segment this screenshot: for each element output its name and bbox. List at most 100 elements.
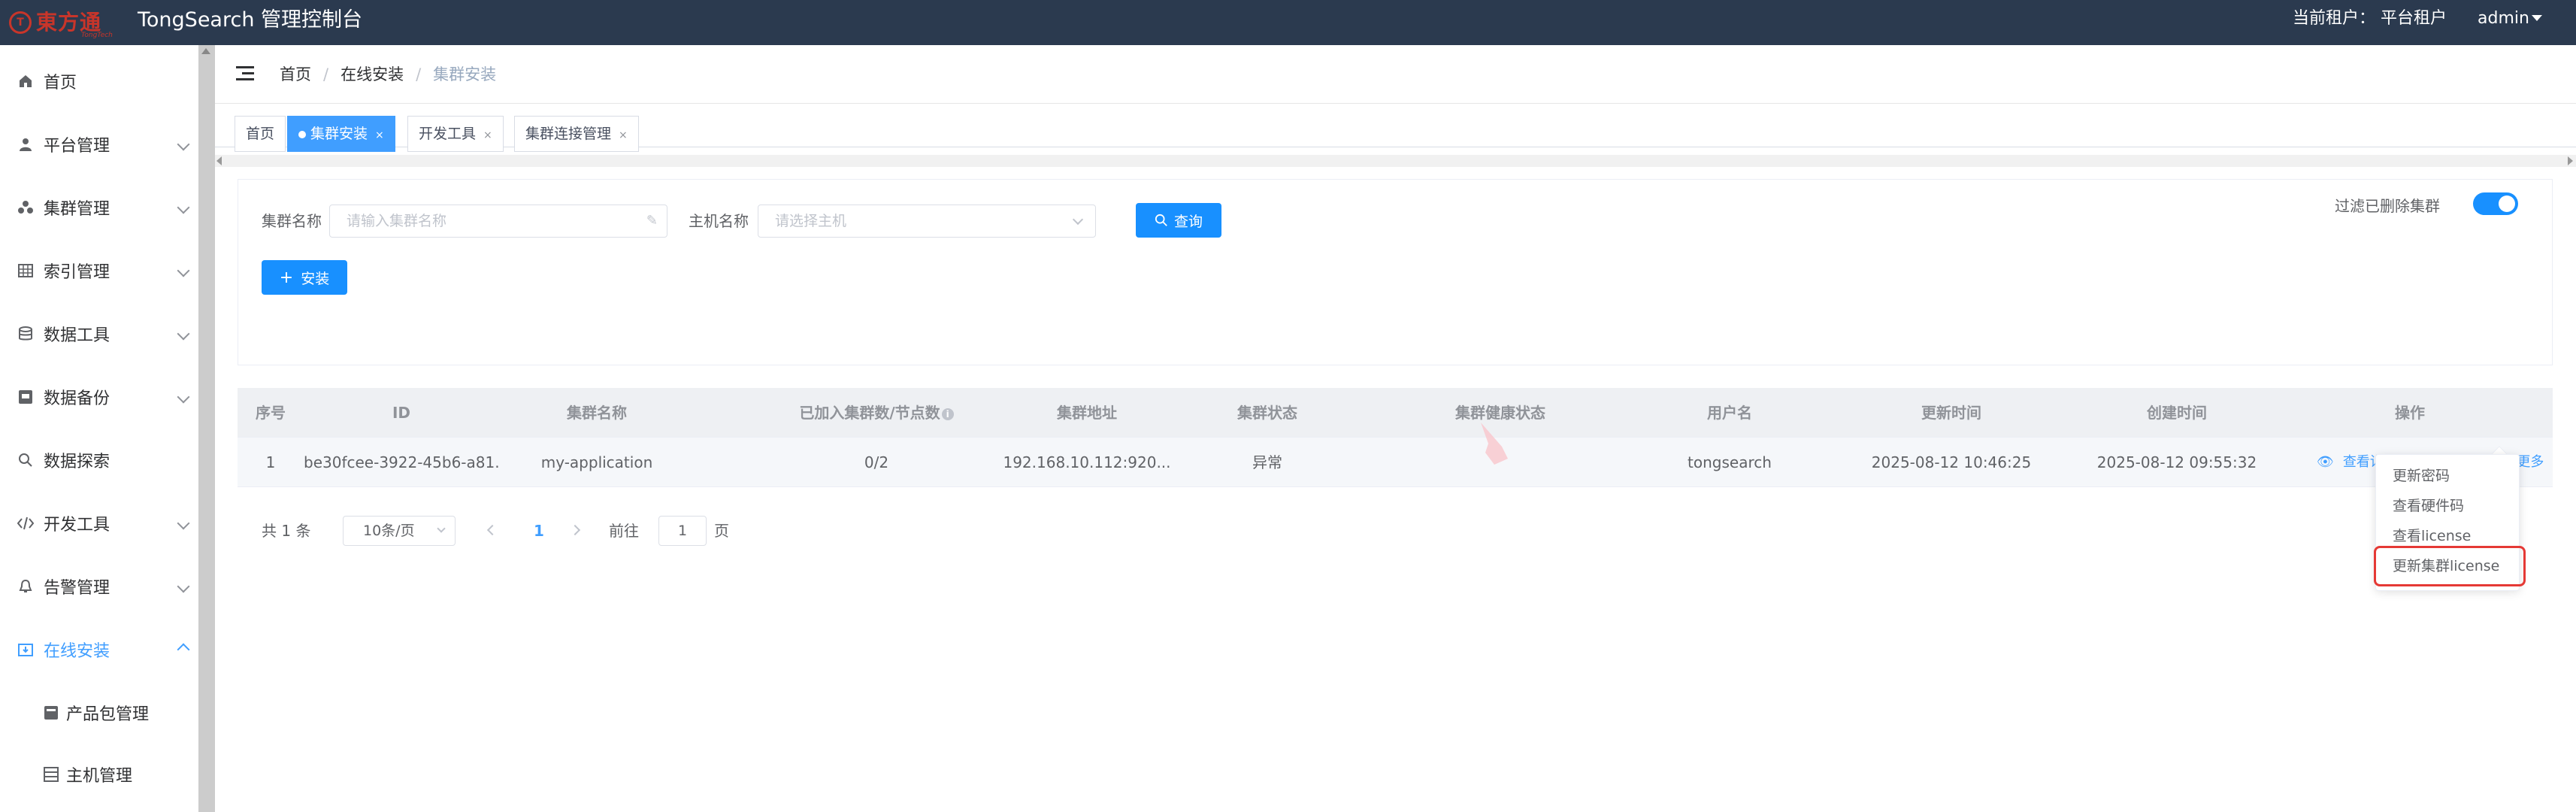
goto-label: 前往	[609, 522, 639, 540]
sidebar-item-home[interactable]: 首页	[0, 50, 198, 113]
user-menu[interactable]: admin	[2478, 0, 2529, 38]
sidebar-item-label: 告警管理	[44, 579, 110, 598]
scroll-left-icon[interactable]	[216, 156, 222, 165]
table-cell: 异常	[1252, 453, 1282, 471]
current-tenant: 当前租户： 平台租户	[2293, 9, 2447, 28]
tab-label: 开发工具	[419, 126, 477, 142]
sidebar-item-alerts[interactable]: 告警管理	[0, 555, 198, 618]
chevron-up-icon	[177, 643, 190, 656]
caret-down-icon[interactable]	[2532, 15, 2542, 21]
bell-icon	[17, 577, 35, 595]
table-cell: my-application	[540, 453, 653, 471]
database-icon	[17, 325, 35, 343]
column-header: 集群名称	[567, 404, 627, 422]
sidebar-item-platform[interactable]: 平台管理	[0, 113, 198, 176]
sidebar-item-cluster[interactable]: 集群管理	[0, 176, 198, 239]
sidebar-item-label: 产品包管理	[66, 705, 150, 724]
breadcrumb-current: 集群安装	[433, 65, 497, 83]
sidebar-item-label: 主机管理	[66, 767, 133, 786]
info-icon[interactable]: i	[941, 408, 954, 420]
sidebar: 首页 平台管理 集群管理 索引管理 数据工具 数据备份 数据探索 开发工具 告警…	[0, 45, 198, 812]
sidebar-scrollbar[interactable]	[198, 45, 215, 812]
menu-item-view-hardware-code[interactable]: 查看硬件码	[2376, 491, 2520, 521]
breadcrumb-bar: 首页 / 在线安装 / 集群安装	[215, 45, 2576, 104]
prev-page-icon[interactable]	[486, 524, 498, 536]
host-select[interactable]: 请选择主机	[758, 205, 1096, 238]
tab-label: 首页	[246, 126, 275, 142]
active-dot-icon	[298, 130, 306, 138]
page-size-select[interactable]: 10条/页	[343, 516, 456, 546]
sidebar-item-label: 数据工具	[44, 326, 110, 345]
chevron-down-icon	[437, 524, 446, 533]
column-header: 序号	[256, 404, 286, 422]
chevron-down-icon	[177, 390, 190, 404]
chevron-down-icon	[177, 264, 190, 277]
table-cell: 192.168.10.112:920...	[1003, 453, 1171, 471]
page-size-value: 10条/页	[363, 523, 415, 539]
column-header: 已加入集群数/节点数 i	[764, 388, 989, 438]
sidebar-item-hosts[interactable]: 主机管理	[0, 743, 198, 806]
install-button[interactable]: + 安装	[262, 260, 347, 295]
sidebar-item-backup[interactable]: 数据备份	[0, 365, 198, 429]
sidebar-item-packages[interactable]: 产品包管理	[0, 681, 198, 744]
sidebar-item-label: 首页	[44, 74, 77, 92]
table-cell: 2025-08-12 10:46:25	[1871, 453, 2032, 471]
cluster-name-input[interactable]: 请输入集群名称 ✎	[329, 205, 667, 238]
close-icon[interactable]: ×	[375, 129, 384, 141]
logo-mark-icon: T	[9, 11, 32, 34]
sidebar-item-label: 在线安装	[44, 642, 110, 661]
current-page[interactable]: 1	[534, 516, 544, 546]
close-icon[interactable]: ×	[483, 129, 492, 141]
menu-item-update-password[interactable]: 更新密码	[2376, 461, 2520, 491]
tab-cluster-install[interactable]: 集群安装 ×	[287, 116, 395, 152]
input-placeholder: 请选择主机	[775, 213, 847, 229]
host-name-label: 主机名称	[689, 212, 749, 230]
install-button-label: 安装	[301, 270, 330, 287]
goto-page-input[interactable]: 1	[658, 516, 707, 546]
tab-cluster-connection[interactable]: 集群连接管理 ×	[514, 116, 639, 152]
top-header: T 東方通 TongTech TongSearch 管理控制台 当前租户： 平台…	[0, 0, 2576, 45]
tab-home[interactable]: 首页	[235, 116, 286, 152]
next-page-icon[interactable]	[569, 524, 581, 536]
column-header: 更新时间	[1921, 404, 1981, 422]
scroll-up-icon[interactable]	[201, 48, 210, 54]
cursor-icon	[1481, 423, 1508, 465]
table-cell: 0/2	[864, 453, 889, 471]
tabs-scrollbar[interactable]	[215, 155, 2576, 167]
chevron-down-icon	[177, 580, 190, 593]
sidebar-item-label: 集群管理	[44, 200, 110, 219]
sidebar-item-online-install[interactable]: 在线安装	[0, 618, 198, 681]
close-icon[interactable]: ×	[619, 129, 628, 141]
home-icon	[17, 72, 35, 90]
install-icon	[17, 641, 35, 659]
cluster-icon	[17, 198, 35, 217]
sidebar-item-explore[interactable]: 数据探索	[0, 429, 198, 492]
input-placeholder: 请输入集群名称	[347, 213, 447, 229]
breadcrumb: 首页 / 在线安装 / 集群安装	[280, 65, 497, 83]
sidebar-item-label: 开发工具	[44, 516, 110, 535]
logo-text: 東方通	[36, 10, 102, 35]
column-header-text: 已加入集群数/节点数	[799, 404, 940, 422]
query-button[interactable]: 查询	[1136, 203, 1221, 238]
table-cell: 2025-08-12 09:55:32	[2096, 453, 2257, 471]
host-icon	[42, 765, 60, 783]
breadcrumb-home[interactable]: 首页	[280, 65, 311, 83]
table-row: 1 be30fcee-3922-45b6-a81... my-applicati…	[238, 438, 2553, 487]
tab-dev-tools[interactable]: 开发工具 ×	[407, 116, 504, 152]
sidebar-item-dev-tools[interactable]: 开发工具	[0, 492, 198, 555]
hamburger-icon[interactable]	[236, 66, 254, 81]
app-title: TongSearch 管理控制台	[138, 8, 363, 32]
cluster-name-label: 集群名称	[262, 212, 322, 230]
pagination-total: 共 1 条	[262, 522, 311, 540]
sidebar-item-data-tools[interactable]: 数据工具	[0, 302, 198, 365]
chevron-down-icon	[177, 201, 190, 214]
scroll-right-icon[interactable]	[2568, 156, 2573, 165]
more-label: 更多	[2517, 454, 2544, 470]
chevron-down-icon	[177, 138, 190, 151]
sidebar-item-index[interactable]: 索引管理	[0, 239, 198, 302]
filter-deleted-toggle[interactable]	[2473, 192, 2518, 215]
tab-label: 集群连接管理	[525, 126, 612, 142]
tab-label: 集群安装	[310, 126, 368, 142]
breadcrumb-parent[interactable]: 在线安装	[341, 65, 404, 83]
filter-deleted-label: 过滤已删除集群	[2335, 197, 2440, 215]
